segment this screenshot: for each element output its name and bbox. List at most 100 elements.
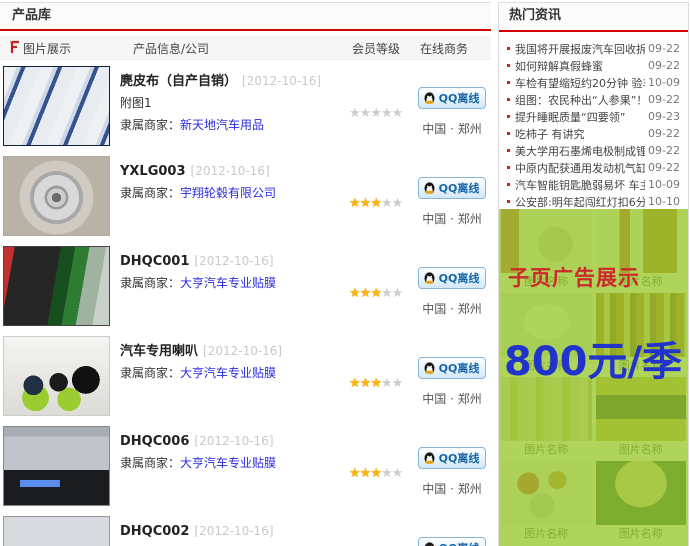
product-library-panel: 产品库 图片展示 产品信息/公司 会员等级 在线商务 麂皮布（自产自销） [201… [0, 0, 491, 546]
qq-offline-button[interactable]: QQ离线 [418, 87, 487, 109]
qq-penguin-icon [423, 272, 436, 285]
merchant-link[interactable]: 宇翔轮毂有限公司 [180, 186, 276, 200]
product-row: 汽车专用喇叭[2012-10-16] 隶属商家：大亨汽车专业贴膜 ★★★★★ Q… [0, 336, 491, 426]
news-item-text[interactable]: 提升睡眠质量“四要领” [515, 109, 645, 125]
member-level-stars: ★★★★★ [349, 196, 402, 211]
ad-banner[interactable]: 图片名称 图片名称 图片名称 图片名称 图片名称 图片名称 图片名称 图片名称 … [499, 209, 688, 546]
news-item-text[interactable]: 公安部:明年起闯红灯扣6分 挡 [515, 194, 645, 210]
news-item[interactable]: 吃柿子 有讲究 09-22 [507, 125, 680, 142]
product-library-title: 产品库 [12, 8, 51, 23]
product-image[interactable] [3, 156, 110, 236]
star-filled-icon: ★ [360, 286, 371, 301]
merchant-label: 隶属商家： [120, 456, 180, 470]
news-item[interactable]: 中原内配获通用发动机气缸套 09-22 [507, 159, 680, 176]
column-header-level: 会员等级 [352, 40, 400, 57]
product-date: [2012-10-16] [242, 74, 321, 88]
news-item-date: 10-10 [648, 195, 680, 208]
news-item[interactable]: 如何辩解真假蜂蜜 09-22 [507, 57, 680, 74]
news-item[interactable]: 提升睡眠质量“四要领” 09-23 [507, 108, 680, 125]
product-image[interactable] [3, 516, 110, 546]
star-filled-icon: ★ [349, 196, 360, 211]
news-item[interactable]: 车检有望缩短约20分钟 验车将 10-09 [507, 74, 680, 91]
star-filled-icon: ★ [349, 376, 360, 391]
news-item-text[interactable]: 组图：农民种出“人参果”！ [515, 92, 645, 108]
star-filled-icon: ★ [360, 196, 371, 211]
news-item-text[interactable]: 汽车智能钥匙脆弱易坏 车主需 [515, 177, 645, 193]
news-item-date: 09-23 [648, 110, 680, 123]
news-item-date: 09-22 [648, 59, 680, 72]
news-item-text[interactable]: 中原内配获通用发动机气缸套 [515, 160, 645, 176]
news-item[interactable]: 我国将开展报废汽车回收拆解 09-22 [507, 40, 680, 57]
product-name-link[interactable]: 汽车专用喇叭 [120, 344, 198, 359]
product-library-header: 产品库 [0, 2, 491, 31]
product-attachment[interactable]: 附图1 [120, 94, 345, 111]
column-header-info: 产品信息/公司 [133, 40, 209, 57]
star-filled-icon: ★ [370, 286, 381, 301]
merchant-link[interactable]: 大亨汽车专业贴膜 [180, 366, 276, 380]
news-item[interactable]: 组图：农民种出“人参果”！ 09-22 [507, 91, 680, 108]
table-column-header: 图片展示 产品信息/公司 会员等级 在线商务 [0, 36, 491, 60]
star-empty-icon: ★ [392, 196, 403, 211]
red-square-bullet-icon [507, 132, 510, 135]
news-item[interactable]: 公安部:明年起闯红灯扣6分 挡 10-10 [507, 193, 680, 210]
news-item-date: 10-09 [648, 76, 680, 89]
product-row: DHQC002[2012-10-16] 隶属商家：大亨汽车专业贴膜 ★★★★★ … [0, 516, 491, 546]
product-image[interactable] [3, 426, 110, 506]
red-square-bullet-icon [507, 47, 510, 50]
qq-offline-button[interactable]: QQ离线 [418, 267, 487, 289]
qq-button-label: QQ离线 [439, 450, 480, 466]
qq-penguin-icon [423, 362, 436, 375]
qq-button-label: QQ离线 [439, 180, 480, 196]
qq-offline-button[interactable]: QQ离线 [418, 177, 487, 199]
product-name-link[interactable]: DHQC001 [120, 254, 189, 269]
product-name-link[interactable]: DHQC006 [120, 434, 189, 449]
qq-offline-button[interactable]: QQ离线 [418, 447, 487, 469]
product-name-link[interactable]: YXLG003 [120, 164, 186, 179]
star-empty-icon: ★ [349, 106, 360, 121]
ad-label-text: 子页广告展示 [508, 262, 640, 292]
news-item-text[interactable]: 如何辩解真假蜂蜜 [515, 58, 645, 74]
product-row: DHQC006[2012-10-16] 隶属商家：大亨汽车专业贴膜 ★★★★★ … [0, 426, 491, 516]
location-text: 中国 · 郑州 [416, 300, 488, 317]
location-text: 中国 · 郑州 [416, 120, 488, 137]
qq-penguin-icon [423, 542, 436, 546]
qq-offline-button[interactable]: QQ离线 [418, 537, 487, 546]
location-text: 中国 · 郑州 [416, 390, 488, 407]
news-item[interactable]: 汽车智能钥匙脆弱易坏 车主需 10-09 [507, 176, 680, 193]
product-row: DHQC001[2012-10-16] 隶属商家：大亨汽车专业贴膜 ★★★★★ … [0, 246, 491, 336]
red-square-bullet-icon [507, 64, 510, 67]
product-list: 麂皮布（自产自销）[2012-10-16] 附图1 隶属商家：新天地汽车用品 ★… [0, 66, 491, 546]
news-item-date: 09-22 [648, 42, 680, 55]
news-item-text[interactable]: 车检有望缩短约20分钟 验车将 [515, 75, 645, 91]
star-empty-icon: ★ [392, 376, 403, 391]
news-list: 我国将开展报废汽车回收拆解 09-22 如何辩解真假蜂蜜 09-22 车检有望缩… [499, 36, 688, 210]
news-item[interactable]: 美大学用石墨烯电极制成锂电 09-22 [507, 142, 680, 159]
merchant-link[interactable]: 大亨汽车专业贴膜 [180, 276, 276, 290]
merchant-link[interactable]: 新天地汽车用品 [180, 118, 264, 132]
product-date: [2012-10-16] [194, 434, 273, 448]
news-item-text[interactable]: 我国将开展报废汽车回收拆解 [515, 41, 645, 57]
merchant-label: 隶属商家： [120, 118, 180, 132]
product-image[interactable] [3, 66, 110, 146]
qq-penguin-icon [423, 182, 436, 195]
news-item-text[interactable]: 吃柿子 有讲究 [515, 126, 645, 142]
page-root: 产品库 图片展示 产品信息/公司 会员等级 在线商务 麂皮布（自产自销） [201… [0, 0, 690, 546]
star-filled-icon: ★ [370, 196, 381, 211]
news-item-date: 10-09 [648, 178, 680, 191]
star-empty-icon: ★ [381, 286, 392, 301]
member-level-stars: ★★★★★ [349, 106, 402, 121]
product-name-link[interactable]: DHQC002 [120, 524, 189, 539]
news-item-date: 09-22 [648, 93, 680, 106]
star-empty-icon: ★ [392, 466, 403, 481]
merchant-label: 隶属商家： [120, 276, 180, 290]
star-empty-icon: ★ [381, 376, 392, 391]
member-level-stars: ★★★★★ [349, 466, 402, 481]
merchant-link[interactable]: 大亨汽车专业贴膜 [180, 456, 276, 470]
news-item-date: 09-22 [648, 161, 680, 174]
product-image[interactable] [3, 336, 110, 416]
product-image[interactable] [3, 246, 110, 326]
product-name-link[interactable]: 麂皮布（自产自销） [120, 74, 237, 89]
star-filled-icon: ★ [349, 286, 360, 301]
news-item-text[interactable]: 美大学用石墨烯电极制成锂电 [515, 143, 645, 159]
qq-offline-button[interactable]: QQ离线 [418, 357, 487, 379]
